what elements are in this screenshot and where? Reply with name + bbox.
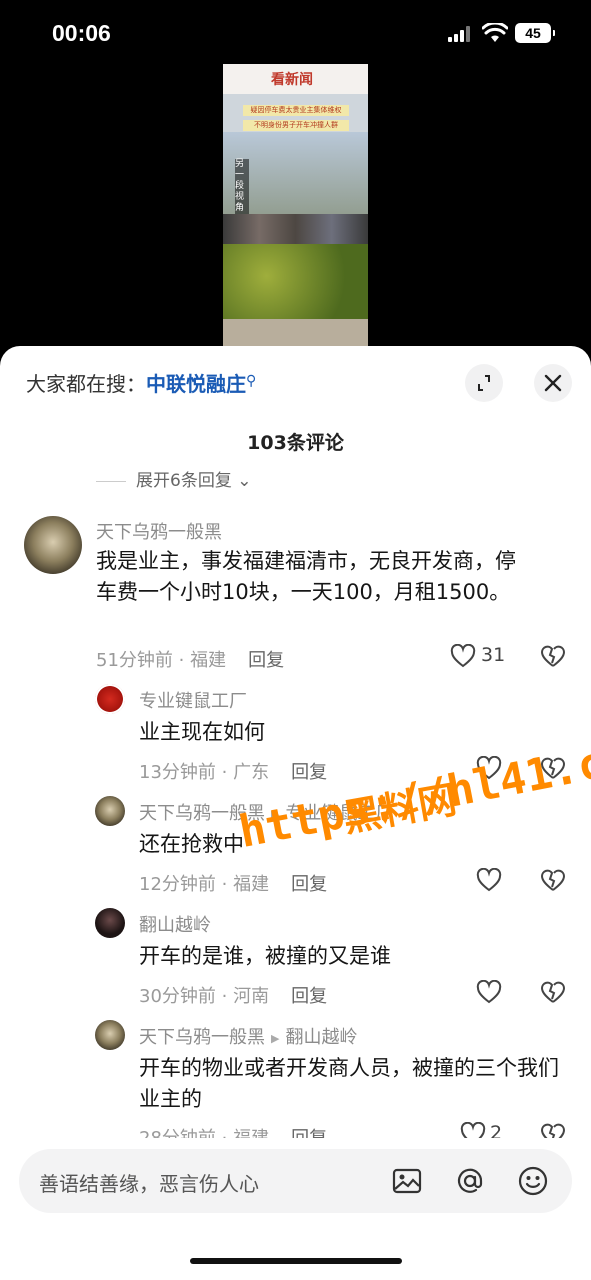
- dislike-heart-icon[interactable]: [540, 979, 566, 1005]
- heart-icon[interactable]: [450, 644, 476, 668]
- comment-time-location: 12分钟前 · 福建: [139, 874, 270, 895]
- comment-text: 开车的物业或者开发商人员，被撞的三个我们业主的: [139, 1056, 559, 1111]
- comment-author[interactable]: 专业键鼠工厂: [139, 687, 247, 713]
- close-button[interactable]: [534, 364, 572, 402]
- comment-time-location: 51分钟前 · 福建: [96, 650, 227, 671]
- avatar[interactable]: [95, 684, 125, 714]
- comment-meta: 30分钟前 · 河南 回复: [139, 982, 327, 1008]
- comment-meta: 28分钟前 · 福建 回复: [139, 1124, 327, 1138]
- comment-author-line: 天下乌鸦一般黑 ▶ 翻山越岭: [139, 1023, 357, 1049]
- chevron-down-icon: ⌄: [231, 471, 252, 488]
- status-bar: 00:06 45: [0, 0, 591, 66]
- comment-author[interactable]: 天下乌鸦一般黑: [96, 518, 222, 544]
- trending-search[interactable]: 大家都在搜：中联悦融庄⚲: [26, 368, 256, 397]
- video-bush: [223, 244, 368, 324]
- comment-text: 开车的是谁，被撞的又是谁: [139, 944, 391, 968]
- reply-button[interactable]: 回复: [291, 1128, 327, 1138]
- avatar[interactable]: [95, 908, 125, 938]
- dislike-heart-icon[interactable]: [540, 867, 566, 893]
- reply-button[interactable]: 回复: [248, 650, 284, 671]
- comment-time-location: 13分钟前 · 广东: [139, 762, 270, 783]
- comment-input-placeholder: 善语结善缘，恶言伤人心: [39, 1172, 259, 1196]
- heart-icon[interactable]: [476, 868, 502, 892]
- comment-author[interactable]: 翻山越岭: [139, 911, 211, 937]
- comments-count-title: 103条评论: [247, 432, 344, 454]
- video-caption-2: 不明身份男子开车冲撞人群: [243, 120, 349, 131]
- heart-icon[interactable]: [460, 1122, 486, 1138]
- avatar[interactable]: [95, 1020, 125, 1050]
- search-icon: ⚲: [246, 373, 257, 389]
- reply-button[interactable]: 回复: [291, 874, 327, 895]
- caret-right-icon: ▶: [271, 1031, 280, 1045]
- status-time: 00:06: [52, 20, 111, 46]
- emoji-icon[interactable]: [517, 1165, 549, 1197]
- comment-meta: 12分钟前 · 福建 回复: [139, 870, 327, 896]
- avatar[interactable]: [95, 796, 125, 826]
- video-side-text: 另一段视角: [235, 159, 249, 214]
- reply-button[interactable]: 回复: [291, 762, 327, 783]
- image-icon[interactable]: [391, 1165, 423, 1197]
- expand-replies-link[interactable]: 展开6条回复 ⌄: [96, 466, 251, 488]
- home-indicator[interactable]: [190, 1258, 402, 1264]
- comment-meta: 13分钟前 · 广东 回复: [139, 758, 327, 784]
- mention-icon[interactable]: [454, 1165, 486, 1197]
- reply-to-author[interactable]: 翻山越岭: [285, 1027, 357, 1048]
- comment-reply: 翻山越岭 开车的是谁，被撞的又是谁 30分钟前 · 河南 回复: [0, 908, 591, 1008]
- divider-line: [96, 480, 126, 482]
- comment: 天下乌鸦一般黑 我是业主，事发福建福清市，无良开发商，停车费一个小时10块，一天…: [0, 516, 591, 676]
- close-icon: [544, 374, 562, 392]
- avatar[interactable]: [24, 516, 82, 574]
- news-logo: 看新闻: [271, 72, 313, 88]
- like-count: 2: [490, 1122, 503, 1138]
- reply-button[interactable]: 回复: [291, 986, 327, 1007]
- video-caption-1: 疑因停车费太贵业主集体维权: [243, 105, 349, 116]
- comment-text: 业主现在如何: [139, 720, 265, 744]
- comment-meta: 51分钟前 · 福建 回复: [96, 646, 284, 672]
- battery-icon: 45: [515, 23, 555, 43]
- comment-text: 我是业主，事发福建福清市，无良开发商，停车费一个小时10块，一天100，月租15…: [96, 549, 516, 604]
- comment-time-location: 28分钟前 · 福建: [139, 1128, 269, 1138]
- search-prefix: 大家都在搜：: [26, 372, 146, 396]
- wifi-icon: [482, 23, 508, 42]
- expand-button[interactable]: [465, 364, 503, 402]
- video-player[interactable]: 看新闻 疑因停车费太贵业主集体维权 不明身份男子开车冲撞人群 另一段视角: [223, 64, 368, 346]
- dislike-heart-icon[interactable]: [540, 1121, 566, 1138]
- expand-icon: [478, 375, 490, 391]
- expand-replies-label: 展开6条回复: [136, 471, 232, 488]
- cellular-signal-icon: [448, 26, 474, 42]
- heart-icon[interactable]: [476, 980, 502, 1004]
- like-count: 31: [481, 644, 506, 666]
- comment-author[interactable]: 天下乌鸦一般黑: [139, 1027, 265, 1048]
- comment-time-location: 30分钟前 · 河南: [139, 986, 270, 1007]
- dislike-heart-icon[interactable]: [540, 643, 566, 669]
- video-ground: [223, 319, 368, 346]
- comment-input[interactable]: 善语结善缘，恶言伤人心: [19, 1149, 572, 1213]
- comment-reply: 天下乌鸦一般黑 ▶ 翻山越岭 开车的物业或者开发商人员，被撞的三个我们业主的 28分…: [0, 1020, 591, 1138]
- search-keyword[interactable]: 中联悦融庄: [146, 372, 246, 396]
- video-header: 看新闻: [223, 64, 368, 94]
